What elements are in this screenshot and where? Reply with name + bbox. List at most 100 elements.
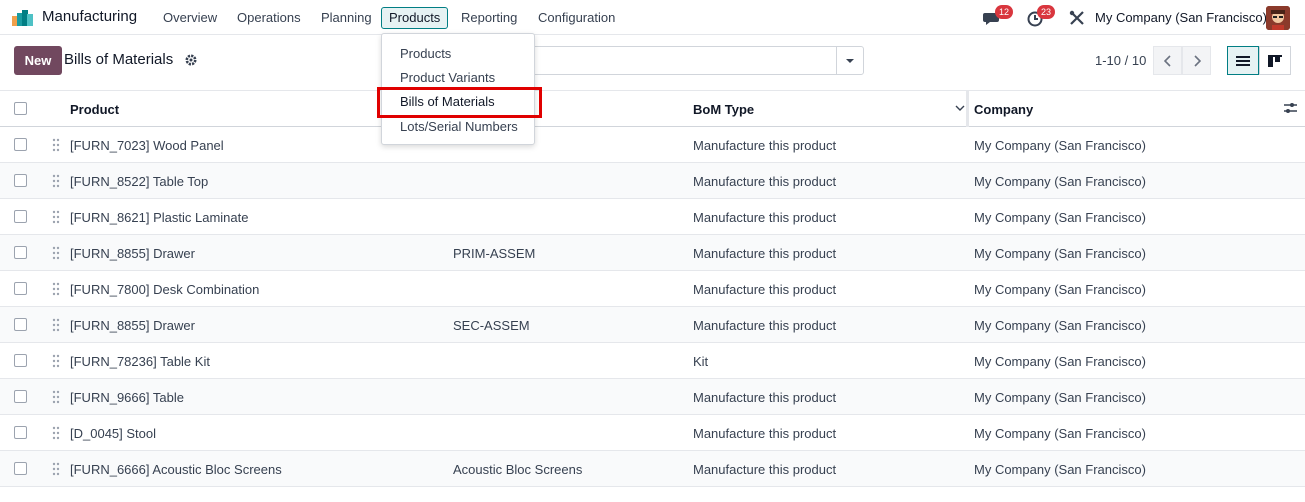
cell-bom-type: Manufacture this product	[693, 210, 837, 225]
table-row[interactable]: [FURN_78236] Table Kit Kit My Company (San…	[0, 343, 1305, 379]
row-checkbox[interactable]	[14, 462, 27, 475]
cell-product: [FURN_6666] Acoustic Bloc Screens	[70, 462, 282, 477]
app-logo-icon[interactable]	[12, 10, 34, 26]
pager-next-button[interactable]	[1182, 46, 1211, 75]
drag-handle-icon[interactable]	[51, 138, 61, 152]
cell-bom-type: Manufacture this product	[693, 138, 837, 153]
select-all-checkbox[interactable]	[14, 102, 27, 115]
drag-handle-icon[interactable]	[51, 462, 61, 476]
table-row[interactable]: [FURN_8621] Plastic Laminate Manufacture …	[0, 199, 1305, 235]
row-checkbox[interactable]	[14, 210, 27, 223]
messages-badge: 12	[995, 5, 1014, 19]
cell-company: My Company (San Francisco)	[974, 282, 1146, 297]
company-switcher[interactable]: My Company (San Francisco)	[1095, 10, 1267, 25]
drag-handle-icon[interactable]	[51, 318, 61, 332]
avatar-icon	[1266, 6, 1290, 30]
chevron-down-icon	[846, 58, 854, 63]
user-avatar[interactable]	[1266, 6, 1290, 30]
cell-product: [FURN_8855] Drawer	[70, 318, 195, 333]
list-view-icon	[1236, 55, 1250, 66]
row-checkbox[interactable]	[14, 318, 27, 331]
pager-previous-button[interactable]	[1153, 46, 1182, 75]
page-title: Bills of Materials	[64, 51, 174, 68]
table-row[interactable]: [FURN_7800] Desk Combination Manufacture …	[0, 271, 1305, 307]
drag-handle-icon[interactable]	[51, 426, 61, 440]
cell-company: My Company (San Francisco)	[974, 246, 1146, 261]
column-resize-handle[interactable]	[966, 91, 969, 127]
table-row[interactable]: [D_0045] Stool Manufacture this product My…	[0, 415, 1305, 451]
cell-company: My Company (San Francisco)	[974, 390, 1146, 405]
drag-handle-icon[interactable]	[51, 354, 61, 368]
table-row[interactable]: [FURN_6666] Acoustic Bloc Screens Acousti…	[0, 451, 1305, 487]
cell-product: [FURN_7800] Desk Combination	[70, 282, 260, 297]
table-row[interactable]: [FURN_7023] Wood Panel Manufacture this p…	[0, 127, 1305, 163]
table-row[interactable]: [FURN_9666] Table Manufacture this produc…	[0, 379, 1305, 415]
activities-badge: 23	[1037, 5, 1056, 19]
cell-product: [FURN_8522] Table Top	[70, 174, 209, 189]
cell-product: [FURN_78236] Table Kit	[70, 354, 210, 369]
cell-bom-type: Manufacture this product	[693, 462, 837, 477]
cell-company: My Company (San Francisco)	[974, 462, 1146, 477]
search-options-toggle[interactable]	[836, 47, 863, 74]
drag-handle-icon[interactable]	[51, 174, 61, 188]
menu-reporting[interactable]: Reporting	[453, 7, 525, 29]
menu-planning[interactable]: Planning	[313, 7, 380, 29]
row-checkbox[interactable]	[14, 354, 27, 367]
top-navbar: Manufacturing Overview Operations Planni…	[0, 0, 1305, 35]
sort-chevron-down-icon[interactable]	[955, 105, 965, 112]
drag-handle-icon[interactable]	[51, 282, 61, 296]
cell-reference: PRIM-ASSEM	[453, 246, 536, 261]
drag-handle-icon[interactable]	[51, 390, 61, 404]
dropdown-item-lots-serial-numbers[interactable]: Lots/Serial Numbers	[400, 119, 518, 134]
cell-company: My Company (San Francisco)	[974, 210, 1146, 225]
column-header-bom-type[interactable]: BoM Type	[693, 102, 754, 117]
row-checkbox[interactable]	[14, 174, 27, 187]
table-row[interactable]: [FURN_8522] Table Top Manufacture this pr…	[0, 163, 1305, 199]
kanban-view-icon	[1268, 54, 1282, 67]
list-view-button[interactable]	[1227, 46, 1259, 75]
new-button[interactable]: New	[14, 46, 62, 75]
menu-operations[interactable]: Operations	[229, 7, 309, 29]
cell-product: [FURN_8621] Plastic Laminate	[70, 210, 249, 225]
menu-products[interactable]: Products	[381, 7, 449, 29]
cell-bom-type: Manufacture this product	[693, 426, 837, 441]
optional-columns-icon[interactable]	[1284, 102, 1297, 115]
dropdown-item-products[interactable]: Products	[400, 46, 451, 61]
row-checkbox[interactable]	[14, 138, 27, 151]
table-header: Product BoM Type Company	[0, 90, 1305, 127]
chevron-left-icon	[1163, 54, 1171, 67]
cell-reference: Acoustic Bloc Screens	[453, 462, 583, 477]
drag-handle-icon[interactable]	[51, 246, 61, 260]
dropdown-item-product-variants[interactable]: Product Variants	[400, 70, 495, 85]
cell-bom-type: Kit	[693, 354, 709, 369]
cell-bom-type: Manufacture this product	[693, 318, 837, 333]
cell-product: [D_0045] Stool	[70, 426, 157, 441]
kanban-view-button[interactable]	[1259, 46, 1291, 75]
pager-value[interactable]: 1-10 / 10	[1095, 53, 1146, 68]
app-name[interactable]: Manufacturing	[42, 8, 137, 25]
highlight-box	[377, 87, 542, 118]
cell-bom-type: Manufacture this product	[693, 282, 837, 297]
cell-company: My Company (San Francisco)	[974, 426, 1146, 441]
column-header-company[interactable]: Company	[974, 102, 1033, 117]
cell-company: My Company (San Francisco)	[974, 318, 1146, 333]
cell-company: My Company (San Francisco)	[974, 174, 1146, 189]
gear-icon[interactable]	[184, 53, 198, 67]
cell-company: My Company (San Francisco)	[974, 138, 1146, 153]
cell-bom-type: Manufacture this product	[693, 390, 837, 405]
chevron-right-icon	[1193, 54, 1201, 67]
cell-product: [FURN_7023] Wood Panel	[70, 138, 224, 153]
row-checkbox[interactable]	[14, 282, 27, 295]
menu-overview[interactable]: Overview	[155, 7, 225, 29]
row-checkbox[interactable]	[14, 426, 27, 439]
row-checkbox[interactable]	[14, 390, 27, 403]
cell-company: My Company (San Francisco)	[974, 354, 1146, 369]
table-row[interactable]: [FURN_8855] Drawer PRIM-ASSEM Manufacture …	[0, 235, 1305, 271]
menu-configuration[interactable]: Configuration	[530, 7, 623, 29]
row-checkbox[interactable]	[14, 246, 27, 259]
cell-product: [FURN_8855] Drawer	[70, 246, 195, 261]
tools-icon[interactable]	[1068, 9, 1086, 27]
table-row[interactable]: [FURN_8855] Drawer SEC-ASSEM Manufacture t…	[0, 307, 1305, 343]
drag-handle-icon[interactable]	[51, 210, 61, 224]
column-header-product[interactable]: Product	[70, 102, 119, 117]
